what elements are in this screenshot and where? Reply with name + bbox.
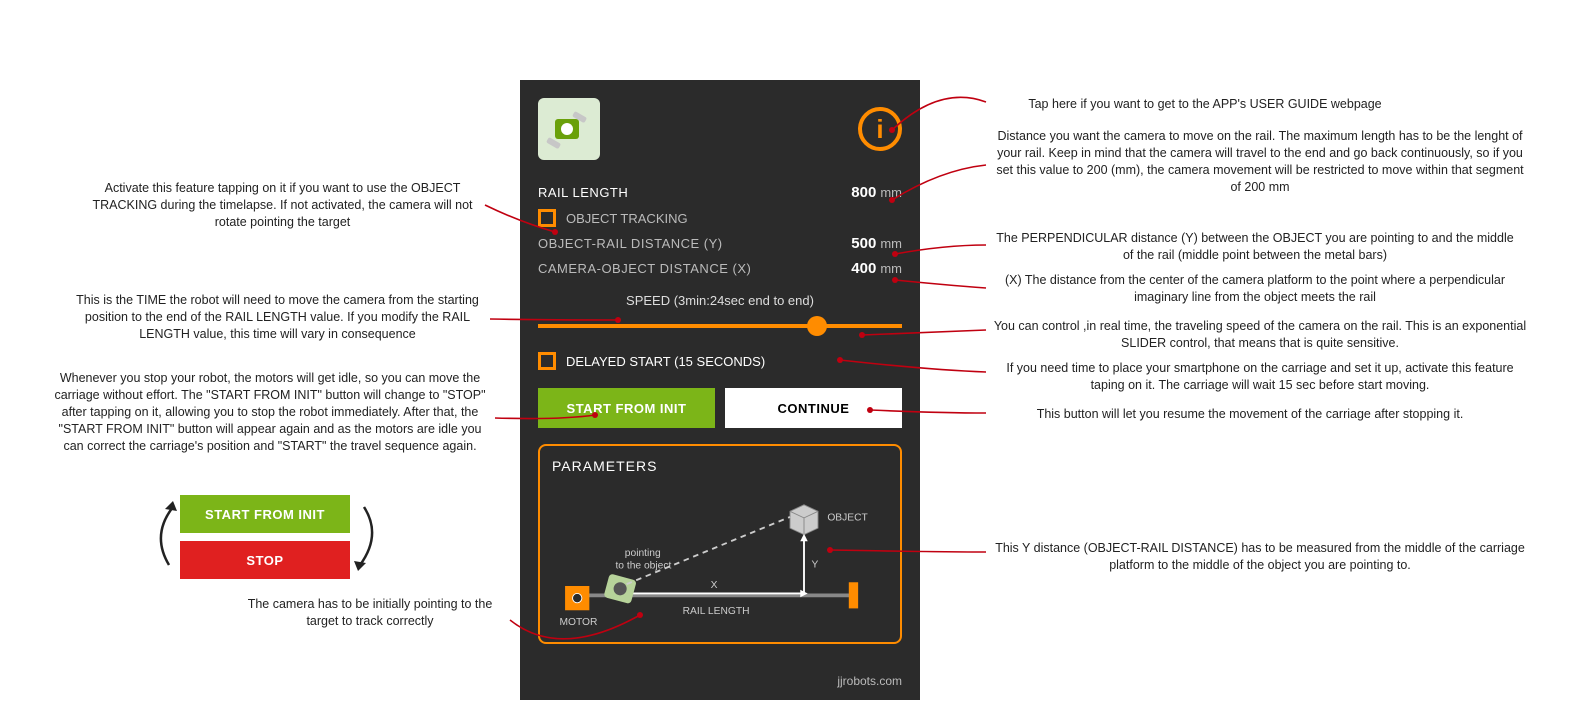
camera-object-value[interactable]: 400mm <box>851 260 902 277</box>
object-rail-label: OBJECT-RAIL DISTANCE (Y) <box>538 236 723 251</box>
annotation-delayed: If you need time to place your smartphon… <box>990 360 1530 394</box>
object-rail-row: OBJECT-RAIL DISTANCE (Y) 500mm <box>538 231 902 256</box>
start-button[interactable]: START FROM INIT <box>538 388 715 428</box>
diagram-rail-length-label: RAIL LENGTH <box>683 606 750 617</box>
info-icon[interactable]: i <box>858 107 902 151</box>
object-rail-value[interactable]: 500mm <box>851 235 902 252</box>
object-tracking-checkbox[interactable] <box>538 209 556 227</box>
button-row: START FROM INIT CONTINUE <box>538 388 902 428</box>
cycle-arrow-left-icon <box>145 495 180 580</box>
app-icon <box>538 98 600 160</box>
annotation-object-tracking: Activate this feature tapping on it if y… <box>80 180 485 231</box>
annotation-cam-obj: (X) The distance from the center of the … <box>990 272 1520 306</box>
speed-slider[interactable] <box>538 314 902 338</box>
speed-label: SPEED (3min:24sec end to end) <box>538 293 902 308</box>
annotation-rail: Distance you want the camera to move on … <box>990 128 1530 196</box>
demo-button-group: START FROM INIT STOP <box>180 495 350 587</box>
svg-text:to the object: to the object <box>615 560 671 571</box>
annotation-slider: You can control ,in real time, the trave… <box>990 318 1530 352</box>
app-header: i <box>538 98 902 160</box>
delayed-start-label: DELAYED START (15 SECONDS) <box>566 354 765 369</box>
footer: jjrobots.com <box>837 674 902 688</box>
diagram-pointing-label: pointing <box>625 548 661 559</box>
annotation-speed: This is the TIME the robot will need to … <box>70 292 485 343</box>
rail-length-value[interactable]: 800mm <box>851 184 902 201</box>
delayed-start-row[interactable]: DELAYED START (15 SECONDS) <box>538 348 902 374</box>
object-tracking-row[interactable]: OBJECT TRACKING <box>538 205 902 231</box>
diagram-y-label: Y <box>811 559 818 570</box>
app-panel: i RAIL LENGTH 800mm OBJECT TRACKING OBJE… <box>520 80 920 700</box>
continue-button[interactable]: CONTINUE <box>725 388 902 428</box>
diagram-motor-label: MOTOR <box>559 617 597 628</box>
annotation-continue: This button will let you resume the move… <box>990 406 1510 423</box>
object-tracking-label: OBJECT TRACKING <box>566 211 688 226</box>
slider-track <box>538 324 902 328</box>
annotation-y: This Y distance (OBJECT-RAIL DISTANCE) h… <box>990 540 1530 574</box>
diagram-x-label: X <box>711 580 718 591</box>
annotation-info: Tap here if you want to get to the APP's… <box>990 96 1420 113</box>
annotation-camera-pointing: The camera has to be initially pointing … <box>230 596 510 630</box>
parameters-panel: PARAMETERS OBJECT Y MOTOR X <box>538 444 902 644</box>
camera-object-label: CAMERA-OBJECT DISTANCE (X) <box>538 261 751 276</box>
cycle-arrow-right-icon <box>352 495 387 580</box>
demo-stop-button: STOP <box>180 541 350 579</box>
rail-length-label: RAIL LENGTH <box>538 185 628 200</box>
diagram-object-label: OBJECT <box>827 513 868 524</box>
delayed-start-checkbox[interactable] <box>538 352 556 370</box>
annotation-start: Whenever you stop your robot, the motors… <box>50 370 490 454</box>
annotation-obj-rail: The PERPENDICULAR distance (Y) between t… <box>990 230 1520 264</box>
demo-start-button: START FROM INIT <box>180 495 350 533</box>
rail-length-row: RAIL LENGTH 800mm <box>538 180 902 205</box>
parameters-diagram: OBJECT Y MOTOR X RAIL LENGTH pointing <box>552 478 888 638</box>
slider-thumb[interactable] <box>807 316 827 336</box>
camera-object-row: CAMERA-OBJECT DISTANCE (X) 400mm <box>538 256 902 281</box>
parameters-title: PARAMETERS <box>552 458 888 474</box>
